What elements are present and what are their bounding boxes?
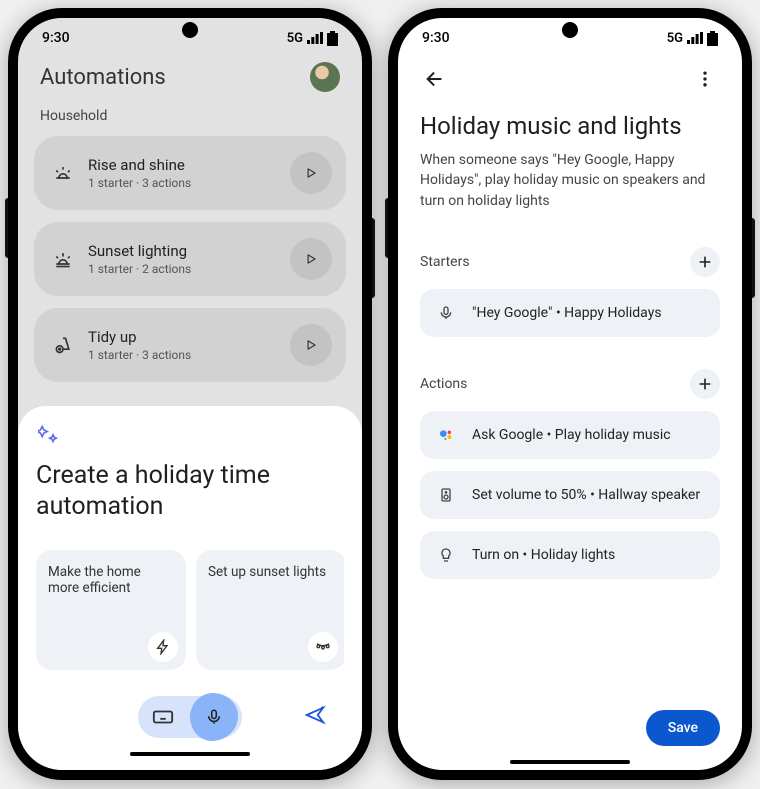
action-item[interactable]: Ask Google • Play holiday music [420, 411, 720, 459]
mic-button[interactable] [190, 693, 238, 741]
status-icons: 5G [287, 31, 338, 46]
automation-meta: 1 starter · 3 actions [88, 176, 276, 190]
more-vert-icon [695, 69, 715, 89]
play-button[interactable] [290, 152, 332, 194]
home-indicator[interactable] [130, 752, 250, 756]
battery-icon [327, 31, 338, 46]
play-icon [304, 252, 318, 266]
add-starter-button[interactable] [690, 247, 720, 277]
action-item[interactable]: Set volume to 50% • Hallway speaker [420, 471, 720, 519]
suggestion-label: Set up sunset lights [208, 564, 326, 580]
camera-notch [562, 22, 578, 38]
play-icon [304, 338, 318, 352]
sheet-title: Create a holiday time automation [36, 460, 344, 551]
create-sheet: Create a holiday time automation Make th… [18, 406, 362, 771]
arrow-back-icon [424, 68, 446, 90]
status-time: 9:30 [42, 30, 70, 46]
back-button[interactable] [420, 64, 450, 94]
play-button[interactable] [290, 324, 332, 366]
input-mode-toggle[interactable] [138, 696, 242, 738]
status-network: 5G [667, 31, 683, 46]
play-icon [304, 166, 318, 180]
starters-label: Starters [420, 254, 470, 270]
speaker-icon [436, 487, 456, 503]
automation-meta: 1 starter · 2 actions [88, 262, 276, 276]
automation-card[interactable]: Tidy up 1 starter · 3 actions [34, 308, 346, 382]
automation-card[interactable]: Sunset lighting 1 starter · 2 actions [34, 222, 346, 296]
add-action-button[interactable] [690, 369, 720, 399]
home-indicator[interactable] [510, 760, 630, 764]
automation-name: Tidy up [88, 328, 276, 346]
page-title: Automations [40, 65, 166, 90]
vacuum-icon [52, 335, 74, 355]
status-icons: 5G [667, 31, 718, 46]
camera-notch [182, 22, 198, 38]
starter-item[interactable]: "Hey Google" • Happy Holidays [420, 289, 720, 337]
section-label: Household [18, 98, 362, 136]
send-icon[interactable] [304, 704, 326, 730]
lights-icon [308, 632, 338, 662]
automation-name: Sunset lighting [88, 242, 276, 260]
action-text: Turn on • Holiday lights [472, 547, 615, 563]
sparkle-icon [36, 424, 344, 460]
bulb-icon [436, 547, 456, 563]
signal-icon [687, 32, 703, 44]
play-button[interactable] [290, 238, 332, 280]
plus-icon [697, 254, 713, 270]
automation-card[interactable]: Rise and shine 1 starter · 3 actions [34, 136, 346, 210]
actions-label: Actions [420, 376, 467, 392]
action-text: Ask Google • Play holiday music [472, 427, 671, 443]
automation-meta: 1 starter · 3 actions [88, 348, 276, 362]
status-time: 9:30 [422, 30, 450, 46]
avatar[interactable] [310, 62, 340, 92]
save-button[interactable]: Save [646, 710, 720, 746]
mic-icon [436, 305, 456, 321]
suggestion-card[interactable]: Set up sunset lights [196, 550, 344, 670]
bolt-icon [148, 632, 178, 662]
suggestion-card[interactable]: Make the home more efficient [36, 550, 186, 670]
action-item[interactable]: Turn on • Holiday lights [420, 531, 720, 579]
signal-icon [307, 32, 323, 44]
more-button[interactable] [690, 64, 720, 94]
automation-name: Rise and shine [88, 156, 276, 174]
mic-icon [205, 708, 223, 726]
starter-text: "Hey Google" • Happy Holidays [472, 305, 662, 321]
suggestion-label: Make the home more efficient [48, 564, 141, 596]
keyboard-icon[interactable] [152, 706, 174, 728]
action-text: Set volume to 50% • Hallway speaker [472, 487, 700, 503]
sunrise-icon [52, 163, 74, 183]
sunset-icon [52, 249, 74, 269]
status-network: 5G [287, 31, 303, 46]
automation-title: Holiday music and lights [420, 112, 720, 140]
automation-description: When someone says "Hey Google, Happy Hol… [420, 150, 720, 211]
battery-icon [707, 31, 718, 46]
assistant-icon [436, 427, 456, 443]
plus-icon [697, 376, 713, 392]
